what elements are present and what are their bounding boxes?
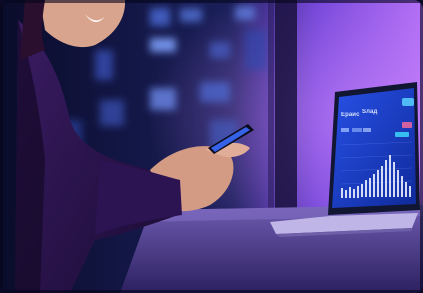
scene-illustration — [0, 0, 423, 293]
laptop-brand-right: Ѕлад — [362, 109, 378, 115]
laptop-brand-left: Ераис — [341, 112, 360, 118]
photo-scene: Ераис Ѕлад — [0, 0, 423, 293]
window-frame — [275, 0, 297, 215]
